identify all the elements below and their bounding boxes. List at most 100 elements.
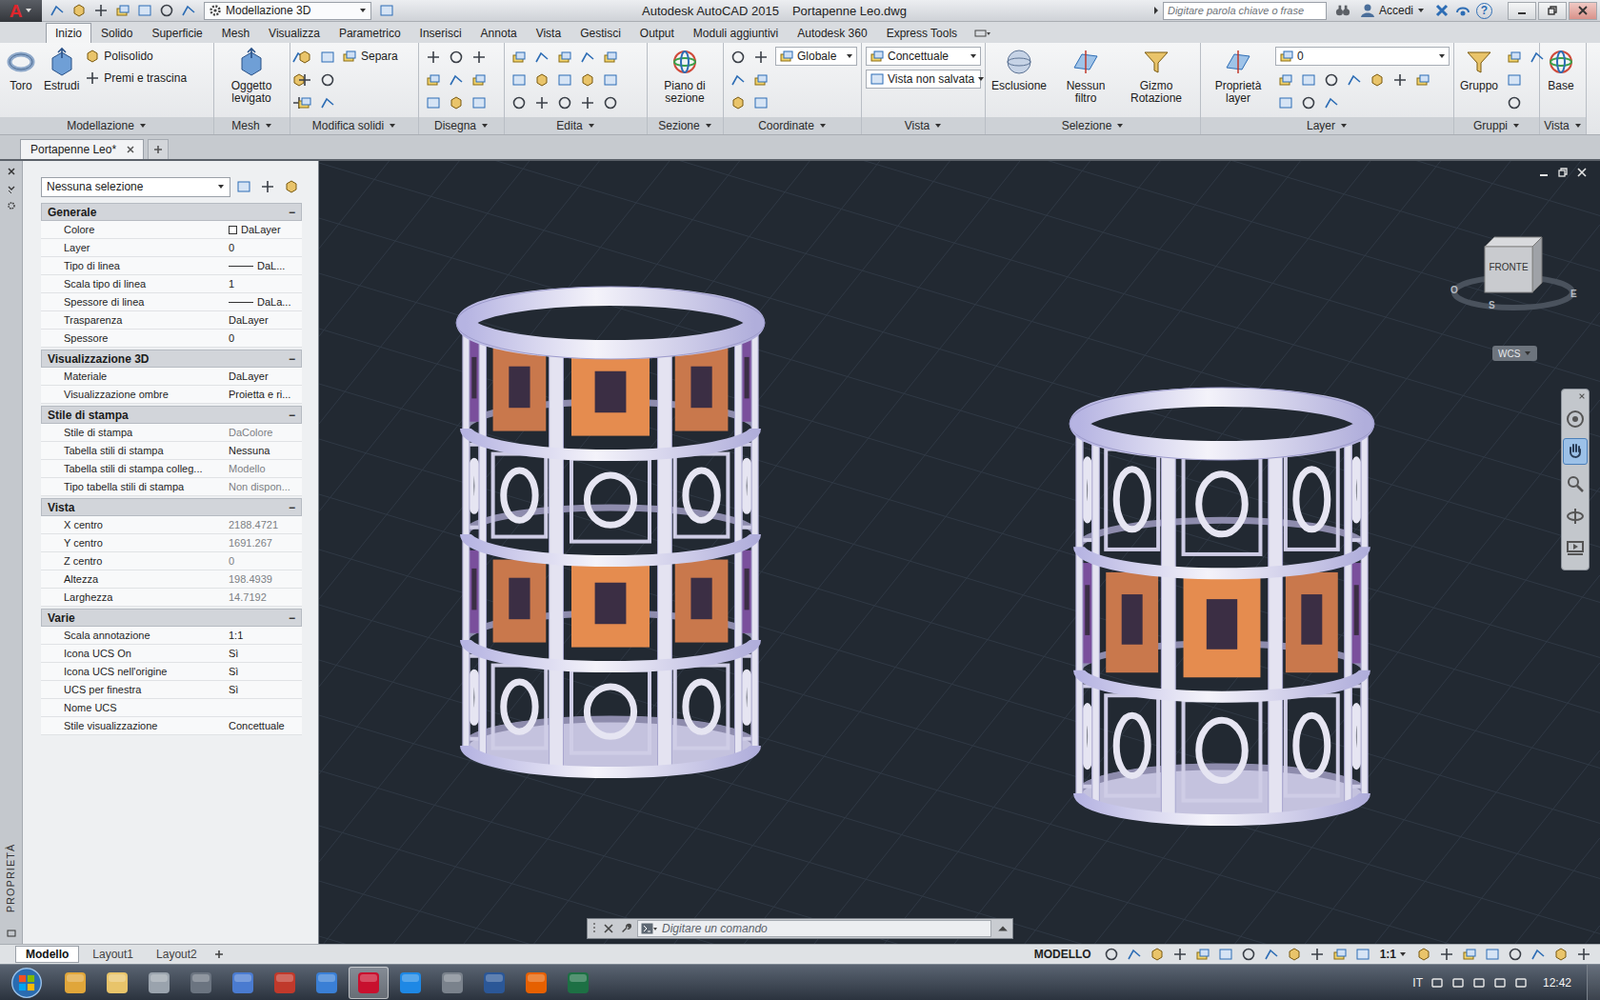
- ribbon-icon-button[interactable]: [422, 69, 444, 91]
- taskbar-app[interactable]: [222, 966, 263, 1000]
- ribbon-tab[interactable]: Parametrico: [329, 22, 411, 43]
- minimize-icon[interactable]: [1539, 167, 1549, 178]
- language-indicator[interactable]: IT: [1412, 976, 1423, 990]
- grip-icon[interactable]: [591, 920, 598, 937]
- property-row[interactable]: Nome UCS: [40, 699, 302, 718]
- help-button[interactable]: ?: [1476, 2, 1493, 20]
- ribbon-tab[interactable]: Output: [630, 22, 684, 43]
- tray-icon[interactable]: [1451, 976, 1465, 990]
- navigation-tool[interactable]: [1562, 405, 1588, 433]
- property-row[interactable]: UCS per finestraSì: [40, 680, 302, 700]
- status-toggle-button[interactable]: [1146, 945, 1168, 964]
- start-button[interactable]: [0, 964, 54, 1000]
- ribbon-icon-button[interactable]: [577, 69, 599, 91]
- taskbar-app[interactable]: [55, 966, 96, 1000]
- ribbon-small-button[interactable]: Premi e trascina: [84, 68, 187, 88]
- ribbon-icon-button[interactable]: [294, 46, 316, 68]
- ribbon-panel-title[interactable]: Disegna: [419, 117, 504, 135]
- ribbon-icon-button[interactable]: [1343, 69, 1365, 91]
- tray-icon[interactable]: [1514, 976, 1528, 990]
- status-toggle-button[interactable]: [1550, 945, 1572, 964]
- wrench-icon[interactable]: [620, 922, 632, 935]
- ribbon-tab[interactable]: Moduli aggiuntivi: [683, 22, 788, 43]
- status-toggle-button[interactable]: [1100, 945, 1122, 964]
- selection-dropdown[interactable]: Nessuna selezione: [40, 177, 231, 198]
- ribbon-tab[interactable]: Mesh: [212, 22, 260, 43]
- quick-select-button[interactable]: [280, 176, 302, 198]
- ribbon-icon-button[interactable]: [1503, 46, 1525, 68]
- status-toggle-button[interactable]: [1123, 945, 1145, 964]
- taskbar-app[interactable]: [516, 966, 557, 1000]
- ribbon-icon-button[interactable]: [600, 46, 621, 68]
- ribbon-small-button[interactable]: Separa: [341, 46, 399, 66]
- navigation-tool[interactable]: [1562, 470, 1588, 498]
- collapse-toggle[interactable]: −: [288, 205, 296, 220]
- viewcube-face[interactable]: FRONTE: [1484, 261, 1533, 273]
- model-space-toggle[interactable]: MODELLO: [1026, 947, 1100, 961]
- property-row[interactable]: Y centro1691.267: [40, 534, 302, 553]
- ribbon-icon-button[interactable]: [727, 92, 749, 114]
- layout-tab[interactable]: Modello: [15, 945, 80, 963]
- taskbar-app[interactable]: [180, 966, 221, 1000]
- status-toggle-button[interactable]: [1436, 945, 1458, 964]
- status-toggle-button[interactable]: [1192, 945, 1214, 964]
- property-row[interactable]: Stile di stampaDaColore: [40, 423, 302, 442]
- application-menu-button[interactable]: A: [0, 0, 42, 22]
- autodesk-360-icon[interactable]: [1455, 2, 1471, 19]
- pen-holder-model[interactable]: [456, 286, 765, 773]
- taskbar-app[interactable]: [348, 966, 389, 1000]
- search-input[interactable]: [1162, 1, 1327, 20]
- ribbon-large-button[interactable]: Proprietà layer: [1204, 46, 1272, 105]
- status-toggle-button[interactable]: [1306, 945, 1328, 964]
- property-row[interactable]: Altezza198.4939: [40, 570, 302, 589]
- property-row[interactable]: Tipo di lineaDaL...: [40, 257, 302, 276]
- quick-access-button[interactable]: [135, 0, 155, 20]
- property-row[interactable]: X centro2188.4721: [40, 516, 302, 535]
- ribbon-icon-button[interactable]: [1320, 69, 1342, 91]
- ribbon-icon-button[interactable]: [1526, 46, 1548, 68]
- ribbon-icon-button[interactable]: [422, 92, 444, 114]
- ribbon-icon-button[interactable]: [1503, 92, 1525, 114]
- ribbon-panel-title[interactable]: Selezione: [985, 117, 1200, 135]
- status-toggle-button[interactable]: [1413, 945, 1435, 964]
- taskbar-app[interactable]: [474, 966, 515, 1000]
- collapse-toggle[interactable]: −: [288, 611, 296, 625]
- ribbon-icon-button[interactable]: [577, 92, 599, 114]
- ribbon-icon-button[interactable]: [554, 92, 576, 114]
- ribbon-panel-title[interactable]: Gruppi: [1454, 117, 1540, 135]
- ribbon-icon-button[interactable]: [294, 92, 316, 114]
- ribbon-tab[interactable]: Visualizza: [259, 22, 330, 43]
- property-row[interactable]: Larghezza14.7192: [40, 588, 302, 607]
- ribbon-icon-button[interactable]: [508, 69, 530, 91]
- close-icon[interactable]: [125, 144, 136, 155]
- close-button[interactable]: [1568, 1, 1598, 20]
- ribbon-large-button[interactable]: Gruppo: [1458, 46, 1500, 93]
- ribbon-tab[interactable]: Annota: [471, 22, 527, 43]
- status-toggle-button[interactable]: [1329, 945, 1351, 964]
- quick-access-button[interactable]: [179, 0, 199, 20]
- section-header[interactable]: Visualizzazione 3D−: [40, 349, 302, 368]
- annotation-scale[interactable]: 1:1: [1375, 947, 1412, 961]
- taskbar-app[interactable]: [306, 966, 347, 1000]
- property-row[interactable]: Tabella stili di stampa colleg...Modello: [40, 460, 302, 479]
- status-toggle-button[interactable]: [1169, 945, 1191, 964]
- ribbon-icon-button[interactable]: [317, 46, 339, 68]
- ribbon-display-toggle[interactable]: [966, 22, 1000, 43]
- ribbon-panel-title[interactable]: Coordinate: [723, 117, 861, 135]
- taskbar-app[interactable]: [558, 966, 599, 1000]
- quick-access-button[interactable]: [47, 0, 67, 20]
- restore-icon[interactable]: [1558, 167, 1568, 178]
- binoculars-icon[interactable]: [1335, 2, 1351, 19]
- ribbon-icon-button[interactable]: [468, 69, 490, 91]
- toggle-pickadd-button[interactable]: [233, 176, 255, 198]
- compass-label[interactable]: S: [1488, 300, 1496, 311]
- layout-tab[interactable]: Layout2: [146, 946, 207, 962]
- exchange-icon[interactable]: [1434, 2, 1450, 19]
- pen-holder-model[interactable]: [1069, 387, 1375, 820]
- status-toggle-button[interactable]: [1481, 945, 1503, 964]
- ribbon-icon-button[interactable]: [508, 46, 530, 68]
- restore-button[interactable]: [1538, 1, 1567, 20]
- palette-options-icon[interactable]: [6, 928, 17, 939]
- ribbon-panel-title[interactable]: Modellazione: [0, 117, 214, 135]
- status-toggle-button[interactable]: [1238, 945, 1260, 964]
